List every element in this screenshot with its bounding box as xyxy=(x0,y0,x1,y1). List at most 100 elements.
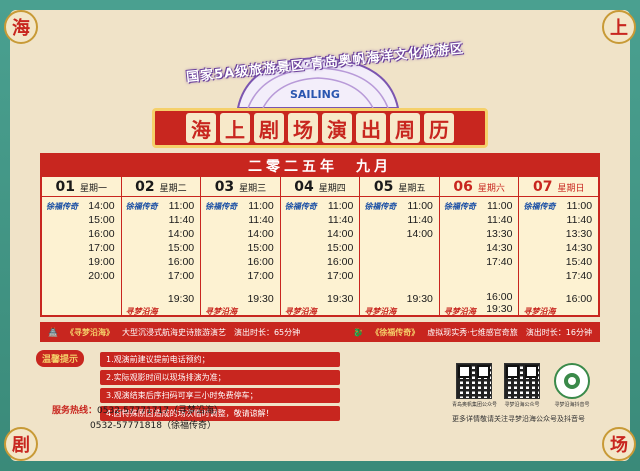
day-column: 03 星期三 徐福传奇 寻梦沿海 11:00 11:40 14:00 15:00 16:00 17… xyxy=(201,177,281,316)
show-time: 13:30 xyxy=(565,228,593,240)
show-time: 14:00 xyxy=(88,200,115,212)
day-column: 05 星期五徐福传奇寻梦沿海 11:00 11:40 14:00 19:30 xyxy=(360,177,440,316)
qr-code-group-wechat[interactable]: 青岛奥帆集团公众号 xyxy=(452,363,498,408)
day-column: 06 星期六徐福传奇寻梦沿海 11:00 11:40 13:30 14:30 17:40 16… xyxy=(439,177,520,316)
qr-code-group-douyin[interactable]: 寻梦沿海抖音号 xyxy=(550,363,594,408)
day-header: 06 星期六 xyxy=(439,177,519,197)
show-time: 11:00 xyxy=(168,200,195,212)
day-column: 02 星期二 徐福传奇 寻梦沿海 11:00 11:40 14:00 15:00 16:00 17… xyxy=(121,177,202,316)
month-header: 二零二五年 九月 xyxy=(42,155,598,177)
show-time: 19:30 xyxy=(486,303,513,315)
show2-duration: 演出时长：16分钟 xyxy=(525,327,592,337)
corner-char-1: 海 xyxy=(4,10,38,44)
day-header: 07 星期日 xyxy=(519,177,599,197)
qr-caption: 青岛奥帆集团公众号 xyxy=(452,402,498,408)
show-time: 11:40 xyxy=(486,214,513,226)
qr-code[interactable] xyxy=(456,363,492,399)
day-slots: 徐福传奇 寻梦沿海 11:00 11:40 14:00 15:00 16:00 17:00 19… xyxy=(122,197,201,316)
show-time: 14:00 xyxy=(167,228,195,240)
show-time: 11:00 xyxy=(248,200,274,212)
day-slots: 徐福传奇 寻梦沿海 11:00 11:40 14:00 15:00 16:00 17:00 19… xyxy=(201,197,280,316)
xunmeng-logo: 寻梦沿海 xyxy=(443,307,476,316)
qr-code[interactable] xyxy=(504,363,540,399)
corner-char-4: 场 xyxy=(602,427,636,461)
day-number: 02 xyxy=(135,179,155,195)
show-time: 17:40 xyxy=(565,270,593,282)
show-time: 16:00 xyxy=(486,291,513,303)
show-time: 17:00 xyxy=(327,270,354,282)
day-slots: 徐福传奇寻梦沿海 11:00 11:40 14:00 19:30 xyxy=(360,197,439,316)
hotline-number-1[interactable]: 0532-57771717（寻梦沿海） xyxy=(97,406,223,416)
day-number: 05 xyxy=(373,179,394,195)
tip-item: 2.实际观影时间以现场排演为准； xyxy=(100,370,340,385)
show-time: 11:40 xyxy=(407,214,433,226)
qr-caption: 寻梦沿海抖音号 xyxy=(554,402,590,408)
show-info-bar: 🏯 《寻梦沿海》 大型沉浸式航海史诗旅游演艺 演出时长：65分钟 🐉 《徐福传奇… xyxy=(40,322,600,342)
title-char: 场 xyxy=(288,113,318,143)
building-sign-text: SAILING xyxy=(290,88,340,101)
corner-char-3: 剧 xyxy=(4,427,38,461)
show-time: 19:30 xyxy=(406,293,433,305)
qr-caption: 寻梦沿海公众号 xyxy=(504,402,540,408)
xunmeng-logo: 寻梦沿海 xyxy=(364,307,397,316)
show-time: 14:30 xyxy=(486,242,513,254)
show-time: 14:00 xyxy=(327,228,354,240)
day-weekday: 星期四 xyxy=(318,184,346,194)
xunmeng-logo: 寻梦沿海 xyxy=(523,307,556,316)
day-header: 04 星期四 xyxy=(280,177,360,197)
title-char: 历 xyxy=(424,113,454,143)
show-time: 15:00 xyxy=(327,242,354,254)
show-time: 19:00 xyxy=(88,256,115,268)
xufu-logo: 徐福传奇 xyxy=(125,202,158,211)
day-column: 07 星期日 徐福传奇 寻梦沿海 11:00 11:40 13:30 14:30 15:40 17… xyxy=(519,177,599,316)
tip-item: 3.观演结束后序扫码可享三小时免费停车； xyxy=(100,388,340,403)
xufu-logo: 徐福传奇 xyxy=(46,202,78,211)
show-time: 11:40 xyxy=(327,214,354,226)
show-time: 17:00 xyxy=(247,270,274,282)
page-title: 海上剧场演出周历 xyxy=(152,108,488,148)
show-time: 16:00 xyxy=(247,256,274,268)
xufu-logo: 徐福传奇 xyxy=(443,202,476,211)
show-time: 15:00 xyxy=(167,242,195,254)
show-time: 15:00 xyxy=(88,214,115,226)
show2-name: 《徐福传奇》 xyxy=(371,327,420,337)
tips-label: 温馨提示 xyxy=(36,350,85,367)
show-time: 17:00 xyxy=(88,242,115,254)
title-char: 海 xyxy=(186,113,216,143)
show-time: 14:00 xyxy=(406,228,433,240)
show1-duration: 演出时长：65分钟 xyxy=(233,327,301,337)
day-slots: 徐福传奇 寻梦沿海 11:00 11:40 14:00 15:00 16:00 17:00 19… xyxy=(281,197,360,316)
show-time: 16:00 xyxy=(327,256,354,268)
show-time: 20:00 xyxy=(88,270,115,282)
footer-note: 更多详情敬请关注寻梦沿海公众号及抖音号 xyxy=(452,415,585,423)
show-time: 11:00 xyxy=(407,200,433,212)
xufu-logo: 徐福传奇 xyxy=(364,202,397,211)
qr-code-group-xunmeng[interactable]: 寻梦沿海公众号 xyxy=(500,363,544,408)
show-time: 11:00 xyxy=(486,200,513,212)
day-header: 02 星期二 xyxy=(121,177,201,197)
douyin-seal-icon[interactable] xyxy=(554,363,590,399)
xunmeng-logo: 寻梦沿海 xyxy=(125,307,158,316)
show2-desc: 虚拟现实秀·七维感官奇旅 xyxy=(427,327,518,337)
show1-desc: 大型沉浸式航海史诗旅游演艺 xyxy=(121,327,226,337)
day-slots: 徐福传奇寻梦沿海 11:00 11:40 13:30 14:30 17:40 16:00 19… xyxy=(440,197,519,316)
day-number: 04 xyxy=(294,179,314,195)
day-header: 05 星期五 xyxy=(360,177,439,197)
day-column: 04 星期四 徐福传奇 寻梦沿海 11:00 11:40 14:00 15:00 16:00 17… xyxy=(280,177,361,316)
show-time: 15:40 xyxy=(565,256,593,268)
show1-name: 《寻梦沿海》 xyxy=(65,327,114,337)
day-weekday: 星期三 xyxy=(239,184,267,194)
day-number: 03 xyxy=(214,179,235,195)
day-number: 06 xyxy=(453,179,473,195)
day-weekday: 星期一 xyxy=(80,184,108,194)
show-time: 16:00 xyxy=(565,293,593,305)
hotline-number-2[interactable]: 0532-57771818（徐福传奇） xyxy=(90,421,216,431)
day-weekday: 星期二 xyxy=(159,184,187,194)
hotline: 服务热线：0532-57771717（寻梦沿海） 0532-57771818（徐… xyxy=(52,403,223,433)
show-time: 13:30 xyxy=(486,228,513,240)
show-time: 11:00 xyxy=(327,200,354,212)
theatre-icon: 🏯 xyxy=(48,327,58,337)
show-time: 16:00 xyxy=(88,228,115,240)
show-time: 17:40 xyxy=(486,256,513,268)
show-time: 19:30 xyxy=(167,293,195,305)
